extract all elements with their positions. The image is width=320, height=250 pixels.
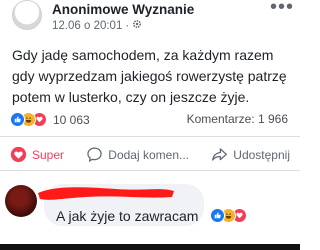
post-meta: 12.06 o 20:01 · bbox=[52, 19, 142, 32]
haha-icon-glyph bbox=[225, 213, 232, 219]
share-button[interactable]: Udostępnij bbox=[211, 146, 290, 163]
bottom-bar bbox=[0, 244, 300, 250]
react-button[interactable]: Super bbox=[10, 146, 64, 163]
comments-count[interactable]: Komentarze: 1 966 bbox=[187, 112, 288, 126]
meta-separator: · bbox=[125, 19, 130, 32]
gear-icon bbox=[132, 19, 142, 32]
comment-label: Dodaj komen... bbox=[108, 147, 190, 162]
comment-text: A jak żyje to zawracam bbox=[56, 208, 199, 224]
post-timestamp[interactable]: 12.06 o 20:01 bbox=[52, 20, 122, 32]
post-body: Gdy jadę samochodem, za każdym razem gdy… bbox=[12, 47, 287, 105]
react-label: Super bbox=[32, 147, 65, 162]
share-icon-glyph bbox=[212, 148, 228, 161]
more-options-icon[interactable]: ••• bbox=[270, 0, 294, 19]
comment-icon bbox=[86, 146, 103, 163]
gear-icon-glyph bbox=[133, 19, 142, 29]
love-reaction-glyph bbox=[10, 146, 27, 163]
divider bbox=[0, 170, 300, 171]
love-icon-glyph bbox=[36, 116, 43, 123]
author-avatar[interactable] bbox=[12, 0, 42, 30]
love-reaction-icon bbox=[10, 146, 27, 163]
like-icon bbox=[10, 112, 25, 127]
comment-button[interactable]: Dodaj komen... bbox=[86, 146, 189, 163]
comment-icon-glyph bbox=[87, 147, 102, 163]
share-label: Udostępnij bbox=[233, 147, 290, 162]
like-icon-glyph bbox=[14, 116, 21, 123]
redaction-scribble bbox=[38, 187, 174, 200]
share-icon bbox=[211, 146, 228, 163]
reactions-count: 10 063 bbox=[53, 112, 90, 127]
post-author[interactable]: Anonimowe Wyznanie bbox=[52, 2, 194, 17]
commenter-avatar[interactable] bbox=[5, 185, 37, 217]
divider bbox=[0, 136, 300, 137]
like-icon bbox=[210, 208, 225, 223]
love-icon-glyph bbox=[236, 212, 243, 219]
like-icon-glyph bbox=[214, 212, 221, 219]
reactions-summary[interactable]: 10 063 bbox=[10, 112, 90, 127]
haha-icon-glyph bbox=[25, 117, 32, 123]
post-actions: Super Dodaj komen... Udostępnij bbox=[0, 146, 300, 163]
comment-reactions[interactable] bbox=[210, 208, 247, 223]
